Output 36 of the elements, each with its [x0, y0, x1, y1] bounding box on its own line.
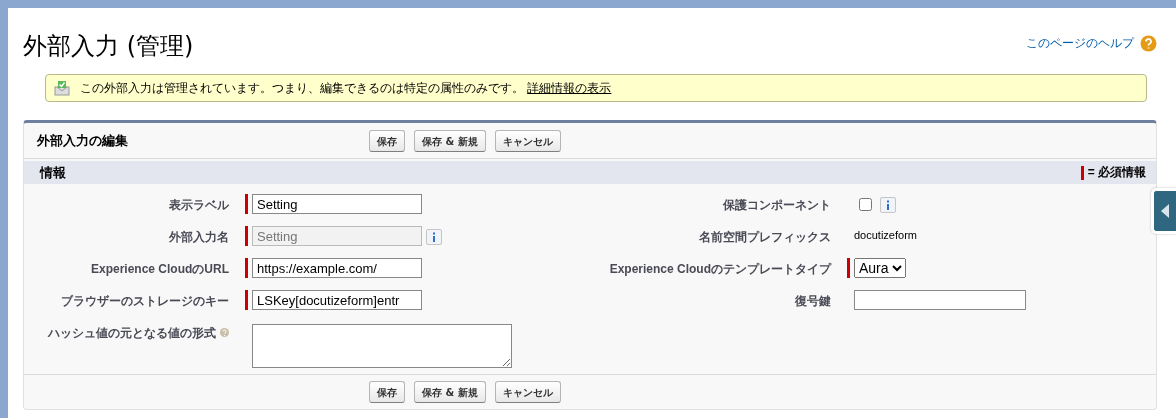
template-dropdown[interactable]: Aura — [854, 258, 906, 278]
help-link[interactable]: このページのヘルプ — [1026, 35, 1134, 52]
required-marker — [1080, 165, 1084, 180]
sidebar-toggle-handle[interactable] — [1151, 188, 1176, 234]
details-link[interactable]: 詳細情報の表示 — [527, 80, 612, 95]
save-button[interactable]: 保存 — [369, 381, 405, 403]
field-label: 名前空間プレフィックス — [699, 229, 831, 246]
page-title: 外部入力 (管理) — [23, 31, 194, 62]
field-label: ハッシュ値の元となる値の形式 — [48, 325, 216, 342]
field-label: ブラウザーのストレージのキー — [61, 293, 229, 310]
envelope-check-icon — [54, 80, 70, 96]
field-label: Experience CloudのURL — [90, 261, 229, 278]
field-label: 表示ラベル — [169, 197, 229, 214]
save-new-button[interactable]: 保存 & 新規 — [414, 381, 486, 403]
cancel-button[interactable]: キャンセル — [494, 129, 561, 152]
checkbox[interactable] — [859, 198, 872, 211]
save-new-button[interactable]: 保存 & 新規 — [414, 129, 486, 152]
triangle-left-icon — [1161, 204, 1169, 218]
field-label: Experience Cloudのテンプレートタイプ — [609, 261, 831, 278]
field-label: 保護コンポーネント — [723, 197, 831, 214]
text-field[interactable]: https://example.com/ — [252, 258, 422, 278]
panel-title: 外部入力の編集 — [37, 131, 129, 150]
field-value: docutizeform — [854, 228, 917, 241]
info-icon[interactable] — [880, 197, 896, 213]
text-field[interactable]: Setting — [252, 194, 422, 214]
message-text: この外部入力は管理されています。つまり、編集できるのは特定の属性のみです。 詳細情報の表示 — [80, 79, 612, 97]
text-field[interactable]: LSKey[docutizeform]entr — [252, 290, 422, 310]
cancel-button[interactable]: キャンセル — [494, 381, 561, 403]
field-label: 外部入力名 — [169, 229, 229, 246]
help-icon[interactable] — [1140, 35, 1157, 52]
text-field[interactable] — [854, 290, 1026, 310]
text-area[interactable] — [252, 324, 512, 368]
save-button[interactable]: 保存 — [369, 129, 405, 152]
section-title: 情報 — [40, 163, 66, 182]
field-label: 復号鍵 — [795, 293, 831, 310]
required-legend: = 必須情報 — [1087, 164, 1146, 181]
